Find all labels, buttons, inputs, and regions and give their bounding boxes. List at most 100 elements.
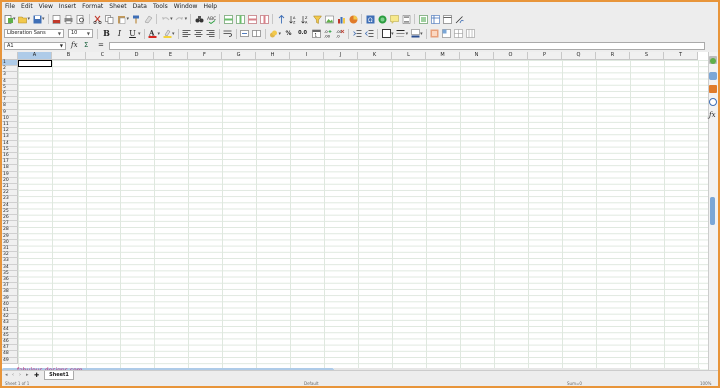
border-color-dropdown-icon[interactable]: ▾ [420,31,423,37]
column-header-g[interactable]: G [222,52,256,60]
split-window-icon[interactable] [442,14,452,24]
previous-sheet-icon[interactable]: ‹ [12,372,14,378]
vertical-scrollbar-thumb[interactable] [710,197,715,225]
menu-insert[interactable]: Insert [56,2,79,11]
column-header-l[interactable]: L [392,52,426,60]
paste-icon[interactable] [117,15,126,24]
menu-edit[interactable]: Edit [18,2,36,11]
borders-icon[interactable] [381,29,391,38]
tab-sheet1[interactable]: Sheet1 [44,371,74,380]
currency-dropdown-icon[interactable]: ▾ [279,31,282,37]
function-wizard-icon[interactable]: fx [71,41,78,49]
new-icon[interactable] [4,14,13,24]
sort-icon[interactable] [277,14,286,24]
spelling-icon[interactable]: ABC [207,15,216,24]
formula-input[interactable] [109,42,705,50]
paste-dropdown-icon[interactable]: ▾ [127,16,130,22]
navigator-icon[interactable] [709,98,717,106]
save-dropdown-icon[interactable]: ▾ [42,16,45,22]
column-header-s[interactable]: S [630,52,664,60]
insert-row-icon[interactable] [247,14,257,24]
column-header-b[interactable]: B [52,52,86,60]
column-header-d[interactable]: D [120,52,154,60]
increase-indent-icon[interactable] [352,29,362,38]
unmerge-cells-icon[interactable] [252,29,261,38]
menu-help[interactable]: Help [200,2,220,11]
freeze-rows-columns-icon[interactable] [430,14,440,24]
row-icon[interactable] [223,14,233,24]
print-icon[interactable] [64,14,73,24]
grid-lines-icon[interactable] [454,29,463,38]
cell-area[interactable] [18,60,708,370]
sort-descending-icon[interactable]: ZA [300,15,310,24]
open-dropdown-icon[interactable]: ▾ [28,16,31,22]
align-left-icon[interactable] [182,29,191,38]
clone-formatting-icon[interactable] [132,15,141,24]
menu-format[interactable]: Format [79,2,106,11]
conditional-format-icon[interactable] [430,29,439,38]
copy-icon[interactable] [105,14,114,24]
number-format-button[interactable]: 0.0 [296,28,309,39]
decrease-indent-icon[interactable] [364,29,374,38]
menu-file[interactable]: File [2,2,18,11]
currency-format-icon[interactable] [269,29,278,38]
hyperlink-icon[interactable] [378,15,387,24]
menu-view[interactable]: View [36,2,56,11]
font-color-dropdown-icon[interactable]: ▾ [158,31,161,37]
comment-icon[interactable] [389,14,399,24]
border-style-icon[interactable] [396,29,405,38]
column-header-n[interactable]: N [460,52,494,60]
insert-image-icon[interactable] [324,15,334,24]
column-header-p[interactable]: P [528,52,562,60]
first-sheet-icon[interactable]: ◂ [5,372,8,378]
select-all-corner[interactable] [2,52,18,60]
column-header-o[interactable]: O [494,52,528,60]
formula-icon[interactable]: = [98,41,104,49]
sort-ascending-icon[interactable]: AZ [288,15,298,24]
menu-window[interactable]: Window [171,2,201,11]
column-icon[interactable] [235,14,245,24]
font-size-combo[interactable]: 10 ▼ [68,29,93,38]
name-box[interactable]: A1 ▼ [4,42,66,50]
autofilter-icon[interactable] [312,15,322,24]
date-format-icon[interactable]: 1 [311,29,321,38]
functions-icon[interactable]: ƒx [709,111,717,119]
add-sheet-icon[interactable]: ✚ [34,372,39,379]
bold-button[interactable]: B [101,28,112,39]
redo-dropdown-icon[interactable]: ▾ [185,16,188,22]
print-preview-icon[interactable] [76,14,85,24]
column-header-e[interactable]: E [154,52,188,60]
pivot-table-icon[interactable] [349,15,358,24]
next-sheet-icon[interactable]: › [19,372,21,378]
redo-icon[interactable] [175,15,184,24]
row-header-49[interactable]: 49 [2,357,18,364]
find-replace-icon[interactable] [195,15,204,24]
font-name-combo[interactable]: Liberation Sans ▼ [4,29,64,38]
save-icon[interactable] [33,15,42,24]
clear-formatting-icon[interactable] [144,15,153,24]
column-header-i[interactable]: I [290,52,324,60]
column-header-q[interactable]: Q [562,52,596,60]
font-color-icon[interactable]: A [148,29,157,38]
show-draw-functions-icon[interactable] [455,15,464,24]
wrap-text-icon[interactable] [223,29,232,38]
column-header-c[interactable]: C [86,52,120,60]
underline-button[interactable]: U [127,28,138,39]
column-header-m[interactable]: M [426,52,460,60]
insert-chart-icon[interactable] [337,15,346,24]
column-header-f[interactable]: F [188,52,222,60]
export-pdf-icon[interactable] [52,14,61,24]
active-cell-cursor[interactable] [18,60,52,67]
styles-sidebar-icon[interactable] [709,72,717,80]
define-print-area-icon[interactable] [418,14,428,24]
italic-button[interactable]: I [114,28,125,39]
highlight-dropdown-icon[interactable]: ▾ [172,31,175,37]
open-icon[interactable] [18,15,27,24]
borders-dropdown-icon[interactable]: ▾ [391,31,394,37]
styles-icon[interactable] [442,29,451,38]
zoom-level[interactable]: 100% [700,381,711,386]
undo-dropdown-icon[interactable]: ▾ [170,16,173,22]
properties-icon[interactable] [710,58,716,64]
column-header-r[interactable]: R [596,52,630,60]
undo-icon[interactable] [161,15,170,24]
